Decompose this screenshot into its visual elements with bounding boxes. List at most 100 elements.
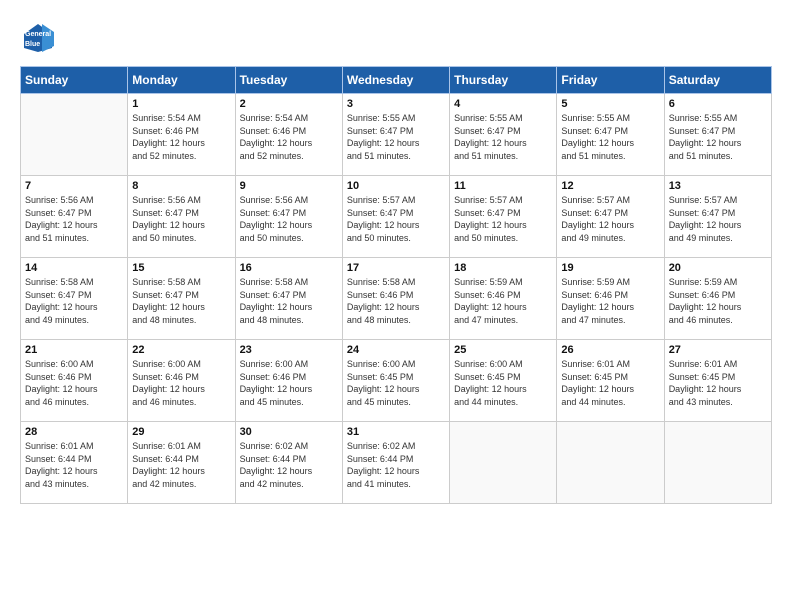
day-number: 18 [454,262,552,274]
day-info: Sunrise: 5:56 AM Sunset: 6:47 PM Dayligh… [240,194,338,244]
day-info: Sunrise: 6:00 AM Sunset: 6:46 PM Dayligh… [240,358,338,408]
weekday-header: Sunday [21,67,128,94]
calendar-day-cell: 7Sunrise: 5:56 AM Sunset: 6:47 PM Daylig… [21,176,128,258]
calendar-day-cell: 15 Sunrise: 5:58 AM Sunset: 6:47 PM Dayli… [128,258,235,340]
day-info: Sunrise: 5:57 AM Sunset: 6:47 PM Dayligh… [669,194,767,244]
day-number: 27 [669,344,767,356]
calendar-week-row: 21 Sunrise: 6:00 AM Sunset: 6:46 PM Dayli… [21,340,772,422]
calendar-day-cell [450,422,557,504]
day-number: 16 [240,262,338,274]
logo: General Blue [20,20,60,56]
day-number: 3 [347,98,445,110]
day-info: Sunrise: 5:59 AM Sunset: 6:46 PM Dayligh… [561,276,659,326]
calendar-day-cell: 10 Sunrise: 5:57 AM Sunset: 6:47 PM Dayli… [342,176,449,258]
weekday-header: Saturday [664,67,771,94]
day-info: Sunrise: 5:55 AM Sunset: 6:47 PM Dayligh… [561,112,659,162]
day-number: 15 [132,262,230,274]
calendar-day-cell: 16 Sunrise: 5:58 AM Sunset: 6:47 PM Dayli… [235,258,342,340]
calendar-day-cell: 6Sunrise: 5:55 AM Sunset: 6:47 PM Daylig… [664,94,771,176]
day-info: Sunrise: 5:58 AM Sunset: 6:47 PM Dayligh… [240,276,338,326]
day-info: Sunrise: 6:01 AM Sunset: 6:45 PM Dayligh… [561,358,659,408]
day-number: 7 [25,180,123,192]
day-number: 1 [132,98,230,110]
weekday-header-row: SundayMondayTuesdayWednesdayThursdayFrid… [21,67,772,94]
calendar-day-cell: 25 Sunrise: 6:00 AM Sunset: 6:45 PM Dayli… [450,340,557,422]
calendar-day-cell: 11 Sunrise: 5:57 AM Sunset: 6:47 PM Dayli… [450,176,557,258]
weekday-header: Tuesday [235,67,342,94]
calendar-day-cell: 31Sunrise: 6:02 AM Sunset: 6:44 PM Dayli… [342,422,449,504]
calendar-day-cell: 23 Sunrise: 6:00 AM Sunset: 6:46 PM Dayli… [235,340,342,422]
calendar-day-cell: 17 Sunrise: 5:58 AM Sunset: 6:46 PM Dayli… [342,258,449,340]
calendar-day-cell: 30 Sunrise: 6:02 AM Sunset: 6:44 PM Dayli… [235,422,342,504]
day-number: 28 [25,426,123,438]
weekday-header: Monday [128,67,235,94]
calendar-day-cell [557,422,664,504]
page: General Blue SundayMondayTuesdayWednesda… [0,0,792,612]
day-info: Sunrise: 5:58 AM Sunset: 6:46 PM Dayligh… [347,276,445,326]
logo-icon: General Blue [20,20,56,56]
calendar-day-cell: 3 Sunrise: 5:55 AM Sunset: 6:47 PM Daylig… [342,94,449,176]
calendar-day-cell: 14Sunrise: 5:58 AM Sunset: 6:47 PM Dayli… [21,258,128,340]
calendar-day-cell: 5 Sunrise: 5:55 AM Sunset: 6:47 PM Daylig… [557,94,664,176]
calendar-week-row: 28 Sunrise: 6:01 AM Sunset: 6:44 PM Dayli… [21,422,772,504]
day-info: Sunrise: 6:00 AM Sunset: 6:45 PM Dayligh… [454,358,552,408]
calendar-week-row: 14Sunrise: 5:58 AM Sunset: 6:47 PM Dayli… [21,258,772,340]
calendar-day-cell: 8 Sunrise: 5:56 AM Sunset: 6:47 PM Daylig… [128,176,235,258]
calendar-day-cell [664,422,771,504]
day-number: 23 [240,344,338,356]
day-number: 20 [669,262,767,274]
weekday-header: Friday [557,67,664,94]
svg-text:Blue: Blue [25,41,40,48]
day-number: 30 [240,426,338,438]
day-number: 9 [240,180,338,192]
day-number: 22 [132,344,230,356]
weekday-header: Thursday [450,67,557,94]
day-info: Sunrise: 5:57 AM Sunset: 6:47 PM Dayligh… [454,194,552,244]
day-number: 26 [561,344,659,356]
day-info: Sunrise: 6:01 AM Sunset: 6:44 PM Dayligh… [132,440,230,490]
calendar-day-cell: 27 Sunrise: 6:01 AM Sunset: 6:45 PM Dayli… [664,340,771,422]
day-info: Sunrise: 5:57 AM Sunset: 6:47 PM Dayligh… [561,194,659,244]
day-info: Sunrise: 5:55 AM Sunset: 6:47 PM Dayligh… [347,112,445,162]
day-number: 10 [347,180,445,192]
day-info: Sunrise: 6:00 AM Sunset: 6:46 PM Dayligh… [25,358,123,408]
calendar-table: SundayMondayTuesdayWednesdayThursdayFrid… [20,66,772,504]
calendar-day-cell: 20 Sunrise: 5:59 AM Sunset: 6:46 PM Dayli… [664,258,771,340]
day-number: 5 [561,98,659,110]
day-info: Sunrise: 5:54 AM Sunset: 6:46 PM Dayligh… [240,112,338,162]
day-number: 29 [132,426,230,438]
calendar-day-cell: 9 Sunrise: 5:56 AM Sunset: 6:47 PM Daylig… [235,176,342,258]
weekday-header: Wednesday [342,67,449,94]
day-info: Sunrise: 6:01 AM Sunset: 6:45 PM Dayligh… [669,358,767,408]
day-number: 25 [454,344,552,356]
day-number: 31 [347,426,445,438]
calendar-day-cell: 29 Sunrise: 6:01 AM Sunset: 6:44 PM Dayli… [128,422,235,504]
day-number: 2 [240,98,338,110]
day-number: 13 [669,180,767,192]
calendar-day-cell: 4Sunrise: 5:55 AM Sunset: 6:47 PM Daylig… [450,94,557,176]
calendar-day-cell: 12 Sunrise: 5:57 AM Sunset: 6:47 PM Dayli… [557,176,664,258]
day-number: 12 [561,180,659,192]
day-info: Sunrise: 5:59 AM Sunset: 6:46 PM Dayligh… [454,276,552,326]
day-number: 11 [454,180,552,192]
day-number: 21 [25,344,123,356]
day-info: Sunrise: 5:56 AM Sunset: 6:47 PM Dayligh… [132,194,230,244]
day-info: Sunrise: 6:00 AM Sunset: 6:45 PM Dayligh… [347,358,445,408]
calendar-day-cell: 22 Sunrise: 6:00 AM Sunset: 6:46 PM Dayli… [128,340,235,422]
day-info: Sunrise: 6:00 AM Sunset: 6:46 PM Dayligh… [132,358,230,408]
day-info: Sunrise: 5:58 AM Sunset: 6:47 PM Dayligh… [132,276,230,326]
calendar-day-cell: 28Sunrise: 6:01 AM Sunset: 6:44 PM Dayli… [21,422,128,504]
day-number: 8 [132,180,230,192]
day-info: Sunrise: 5:58 AM Sunset: 6:47 PM Dayligh… [25,276,123,326]
calendar-day-cell: 13 Sunrise: 5:57 AM Sunset: 6:47 PM Dayli… [664,176,771,258]
day-info: Sunrise: 5:57 AM Sunset: 6:47 PM Dayligh… [347,194,445,244]
calendar-day-cell: 21 Sunrise: 6:00 AM Sunset: 6:46 PM Dayli… [21,340,128,422]
calendar-day-cell: 18 Sunrise: 5:59 AM Sunset: 6:46 PM Dayli… [450,258,557,340]
day-number: 6 [669,98,767,110]
day-number: 17 [347,262,445,274]
calendar-day-cell: 26 Sunrise: 6:01 AM Sunset: 6:45 PM Dayli… [557,340,664,422]
day-info: Sunrise: 6:02 AM Sunset: 6:44 PM Dayligh… [240,440,338,490]
day-number: 24 [347,344,445,356]
calendar-day-cell: 1Sunrise: 5:54 AM Sunset: 6:46 PM Daylig… [128,94,235,176]
day-info: Sunrise: 5:59 AM Sunset: 6:46 PM Dayligh… [669,276,767,326]
